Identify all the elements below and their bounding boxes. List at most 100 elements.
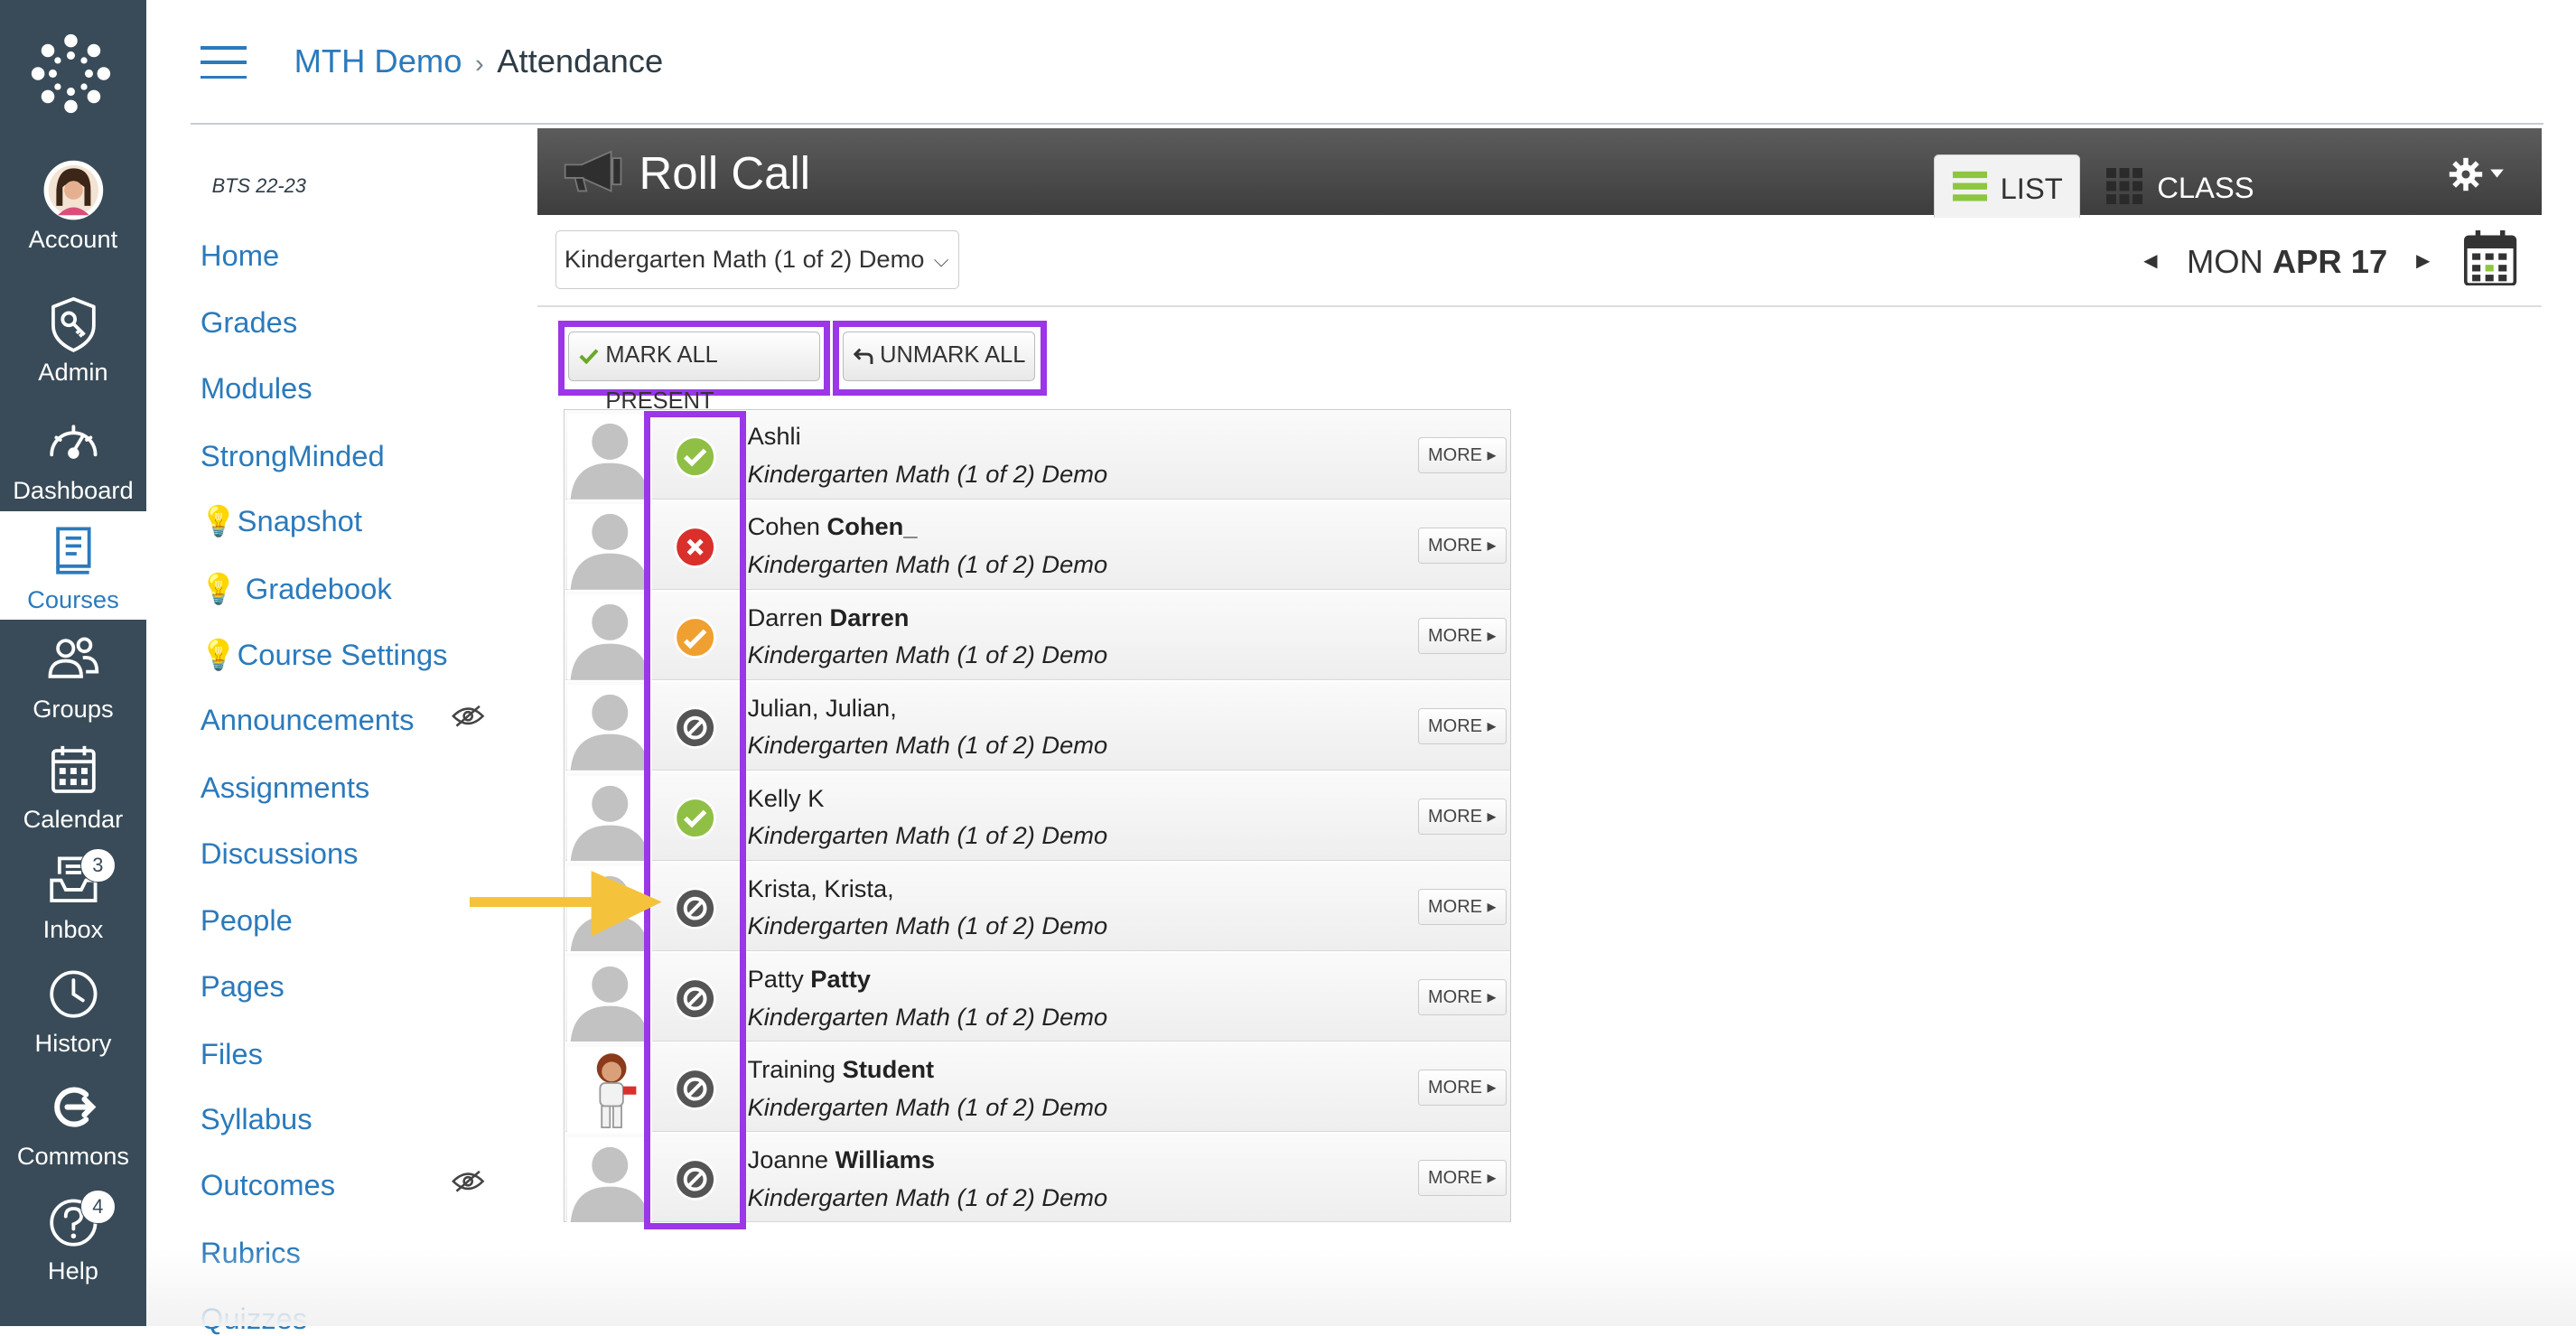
nav-admin[interactable]: Admin	[0, 293, 146, 401]
more-button[interactable]: MORE ▸	[1417, 527, 1507, 564]
nav-calendar[interactable]: Calendar	[0, 740, 146, 848]
student-name: Darren Darren	[748, 603, 910, 632]
student-first-name: Ashli	[747, 422, 801, 451]
list-icon	[1952, 172, 1988, 201]
course-nav-home[interactable]: Home	[201, 238, 279, 273]
more-button[interactable]: MORE ▸	[1417, 979, 1507, 1016]
calendar-icon	[51, 745, 96, 793]
annotation-arrow-icon	[470, 871, 663, 937]
more-button[interactable]: MORE ▸	[1417, 889, 1507, 926]
student-first-name: Darren	[747, 603, 823, 631]
admin-icon	[51, 296, 96, 352]
student-last-name: Student	[842, 1054, 935, 1083]
unmark-all-button[interactable]: UNMARK ALL	[843, 332, 1035, 381]
hidden-eye-icon	[452, 705, 485, 727]
status-column-highlight	[644, 410, 746, 1229]
course-nav-discussions[interactable]: Discussions	[201, 836, 359, 871]
student-last-name: Cohen_	[826, 512, 918, 541]
toolbar-divider	[537, 305, 2542, 308]
tab-class-label: CLASS	[2157, 171, 2254, 205]
date-month-day: APR 17	[2272, 243, 2388, 281]
default-avatar-icon	[566, 504, 653, 590]
next-day-button[interactable]: ►	[2412, 248, 2434, 275]
nav-courses[interactable]: Courses	[0, 510, 146, 620]
nav-groups-label: Groups	[33, 695, 114, 724]
more-button[interactable]: MORE ▸	[1417, 617, 1507, 654]
student-name: Cohen Cohen_	[748, 512, 918, 541]
hamburger-menu-icon[interactable]	[200, 45, 247, 79]
student-course: Kindergarten Math (1 of 2) Demo	[747, 1002, 1108, 1031]
bottom-fade	[145, 1248, 2576, 1326]
more-button[interactable]: MORE ▸	[1417, 707, 1507, 744]
courses-icon	[55, 527, 91, 575]
course-nav-outcomes[interactable]: Outcomes	[201, 1168, 335, 1202]
unmark-all-label: UNMARK ALL	[880, 342, 1026, 369]
course-nav-announcements[interactable]: Announcements	[201, 703, 415, 737]
course-nav-modules[interactable]: Modules	[201, 371, 313, 406]
course-nav-people[interactable]: People	[201, 903, 293, 938]
breadcrumb-separator: ›	[474, 50, 484, 79]
student-name: Ashli	[748, 422, 801, 451]
nav-history[interactable]: History	[0, 963, 146, 1071]
student-name: Training Student	[748, 1055, 935, 1084]
date-label: MON APR 17	[2187, 243, 2387, 281]
student-name: Julian, Julian,	[748, 694, 897, 723]
course-nav-syllabus[interactable]: Syllabus	[201, 1102, 313, 1136]
mark-all-present-button[interactable]: MARK ALL PRESENT	[568, 332, 820, 414]
student-course: Kindergarten Math (1 of 2) Demo	[747, 1182, 1108, 1211]
roll-call-title: Roll Call	[639, 146, 811, 199]
student-last-name: Williams	[835, 1144, 935, 1173]
more-button[interactable]: MORE ▸	[1417, 1160, 1507, 1197]
student-course: Kindergarten Math (1 of 2) Demo	[747, 821, 1108, 850]
help-badge: 4	[80, 1189, 116, 1225]
nav-account-label: Account	[28, 225, 118, 254]
groups-icon	[48, 637, 98, 678]
student-name: Patty Patty	[748, 965, 871, 994]
student-course: Kindergarten Math (1 of 2) Demo	[747, 731, 1108, 760]
nav-account[interactable]: Account	[0, 159, 146, 267]
breadcrumb: MTH Demo › Attendance	[294, 42, 664, 80]
student-first-name: Patty	[747, 964, 804, 993]
nav-history-label: History	[34, 1028, 112, 1057]
commons-icon	[53, 1087, 96, 1127]
date-day: MON	[2186, 243, 2263, 281]
student-first-name: Cohen	[747, 512, 820, 541]
course-nav-strongminded[interactable]: StrongMinded	[201, 439, 385, 473]
student-first-name: Training	[747, 1054, 836, 1083]
student-name: Krista, Krista,	[748, 874, 894, 903]
student-course: Kindergarten Math (1 of 2) Demo	[747, 460, 1108, 489]
course-nav-gradebook[interactable]: 💡 Gradebook	[201, 572, 392, 606]
canvas-logo-icon[interactable]	[30, 33, 112, 115]
course-nav-assignments[interactable]: Assignments	[201, 771, 369, 805]
nav-dashboard[interactable]: Dashboard	[0, 411, 146, 519]
nav-inbox[interactable]: 3 Inbox	[0, 847, 146, 958]
more-button[interactable]: MORE ▸	[1417, 436, 1507, 473]
course-nav-grades[interactable]: Grades	[201, 305, 297, 340]
course-nav-course-settings[interactable]: 💡Course Settings	[201, 638, 448, 672]
chevron-down-icon: ⌵	[933, 248, 949, 272]
default-avatar-icon	[566, 956, 653, 1042]
course-nav-pages[interactable]: Pages	[201, 969, 285, 1004]
course-select[interactable]: Kindergarten Math (1 of 2) Demo ⌵	[555, 229, 960, 290]
calendar-picker-icon[interactable]	[2464, 229, 2517, 286]
course-nav-files[interactable]: Files	[201, 1037, 263, 1071]
student-first-name: Joanne	[747, 1144, 829, 1173]
nav-courses-label: Courses	[27, 584, 119, 613]
nav-commons[interactable]: Commons	[0, 1076, 146, 1184]
more-button[interactable]: MORE ▸	[1417, 1070, 1507, 1107]
default-avatar-icon	[566, 1136, 653, 1223]
more-button[interactable]: MORE ▸	[1417, 798, 1507, 835]
nav-dashboard-label: Dashboard	[13, 476, 134, 505]
settings-gear-icon[interactable]	[2448, 156, 2510, 192]
course-term: BTS 22-23	[211, 173, 306, 197]
course-nav-snapshot[interactable]: 💡Snapshot	[201, 504, 362, 538]
nav-help[interactable]: 4 Help	[0, 1189, 146, 1300]
course-select-value: Kindergarten Math (1 of 2) Demo	[564, 244, 925, 273]
student-photo-avatar	[566, 1046, 653, 1133]
nav-groups[interactable]: Groups	[0, 630, 146, 738]
student-course: Kindergarten Math (1 of 2) Demo	[747, 550, 1108, 579]
student-last-name: Darren	[829, 603, 910, 631]
breadcrumb-course-link[interactable]: MTH Demo	[294, 42, 462, 79]
previous-day-button[interactable]: ◄	[2139, 248, 2161, 275]
tab-list[interactable]: LIST	[1933, 154, 2080, 219]
